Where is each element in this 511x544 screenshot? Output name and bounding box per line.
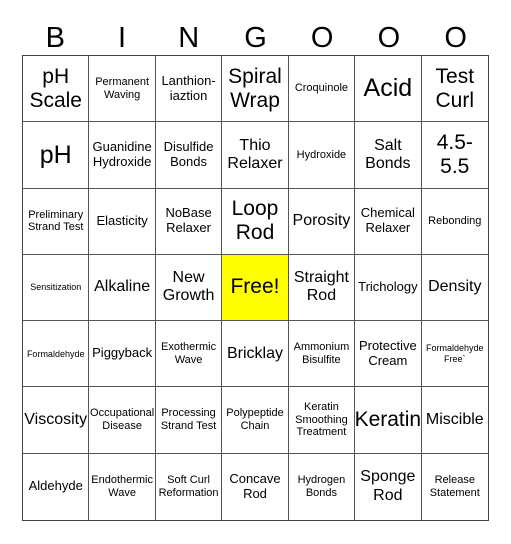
bingo-cell[interactable]: Density	[421, 255, 488, 322]
bingo-cell[interactable]: Elasticity	[89, 188, 156, 255]
bingo-cell[interactable]: pH	[23, 122, 90, 189]
bingo-cell[interactable]: Disulfide Bonds	[155, 122, 223, 189]
header-letter: O	[310, 22, 334, 54]
bingo-cell[interactable]: Trichology	[355, 254, 422, 322]
header-letter: G	[244, 22, 267, 54]
bingo-cell[interactable]: Bricklay	[222, 321, 289, 388]
header-letter: N	[178, 22, 200, 54]
bingo-cell[interactable]: Alkaline	[89, 254, 156, 322]
bingo-cell[interactable]: Permanent Waving	[89, 56, 156, 123]
bingo-cell[interactable]: Acid	[355, 56, 422, 123]
bingo-cell[interactable]: Croquinole	[288, 56, 356, 123]
bingo-cell[interactable]: Keratin Smoothing Treatment	[288, 387, 356, 454]
bingo-cell[interactable]: Hydrogen Bonds	[289, 453, 356, 520]
bingo-cell[interactable]: Viscosity	[23, 387, 90, 454]
bingo-cell[interactable]: Test Curl	[421, 56, 488, 123]
bingo-cell[interactable]: Guanidine Hydroxide	[89, 122, 156, 189]
bingo-cell[interactable]: Sponge Rod	[355, 453, 422, 520]
bingo-header: B I N G O O O	[22, 20, 489, 56]
bingo-cell[interactable]: Salt Bonds	[355, 122, 422, 189]
bingo-cell[interactable]: Occupational Disease	[89, 387, 156, 454]
bingo-cell[interactable]: Formaldehyde Free`	[421, 321, 488, 388]
bingo-cell[interactable]: Processing Strand Test	[155, 387, 223, 454]
bingo-cell[interactable]: Aldehyde	[23, 453, 90, 520]
bingo-cell[interactable]: Loop Rod	[222, 188, 289, 255]
bingo-cell[interactable]: Straight Rod	[288, 254, 356, 322]
bingo-cell[interactable]: Piggyback	[89, 321, 156, 388]
bingo-cell[interactable]: Chemical Relaxer	[355, 188, 422, 255]
bingo-cell[interactable]: NoBase Relaxer	[155, 188, 223, 255]
bingo-cell[interactable]: pH Scale	[23, 56, 90, 123]
bingo-cell[interactable]: Spiral Wrap	[222, 56, 289, 123]
bingo-cell[interactable]: Exothermic Wave	[155, 321, 223, 388]
bingo-cell[interactable]: Release Statement	[422, 454, 488, 520]
bingo-cell[interactable]: Soft Curl Reformation	[156, 453, 223, 520]
header-letter: O	[444, 22, 467, 54]
bingo-cell[interactable]: New Growth	[155, 254, 223, 322]
header-letter: O	[377, 22, 401, 54]
bingo-cell[interactable]: Protective Cream	[355, 321, 422, 388]
bingo-cell[interactable]: Polypeptide Chain	[222, 387, 289, 454]
bingo-cell[interactable]: Miscible	[421, 387, 488, 454]
bingo-cell[interactable]: Ammonium Bisulfite	[288, 321, 356, 388]
bingo-cell[interactable]: Endothermic Wave	[89, 453, 156, 520]
header-letter: I	[118, 22, 127, 54]
bingo-cell[interactable]: Formaldehyde	[23, 321, 90, 388]
bingo-cell[interactable]: Lanthion-iaztion	[155, 56, 223, 123]
bingo-cell[interactable]: Hydroxide	[288, 122, 356, 189]
bingo-cell[interactable]: Rebonding	[421, 189, 488, 255]
free-space-cell[interactable]: Free!	[222, 254, 289, 322]
bingo-cell[interactable]: 4.5-5.5	[421, 122, 488, 189]
bingo-grid: pH Scale Permanent Waving Lanthion-iaztion…	[22, 55, 489, 521]
bingo-cell[interactable]: Keratin	[355, 387, 422, 454]
bingo-cell[interactable]: Porosity	[288, 188, 356, 255]
bingo-cell[interactable]: Sensitization	[23, 254, 90, 322]
header-letter: B	[45, 22, 66, 54]
bingo-cell[interactable]: Concave Rod	[222, 453, 289, 520]
bingo-cell[interactable]: Thio Relaxer	[222, 122, 289, 189]
bingo-cell[interactable]: Preliminary Strand Test	[23, 188, 90, 255]
